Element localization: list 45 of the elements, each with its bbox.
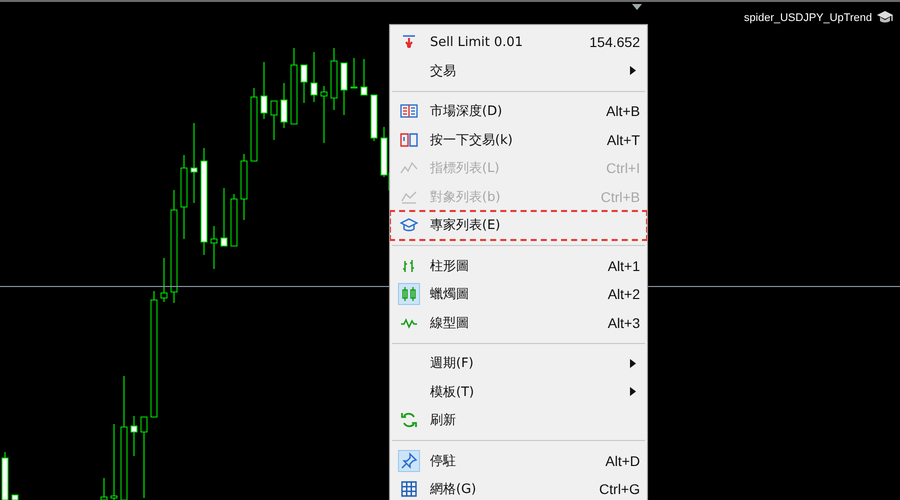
- candlestick: [2, 452, 8, 500]
- shortcut-text: Ctrl+G: [599, 481, 640, 498]
- menu-item[interactable]: 刷新: [390, 406, 647, 434]
- menu-item[interactable]: 停駐 Alt+D: [390, 446, 647, 475]
- candlestick: [230, 194, 238, 246]
- candlestick: [240, 154, 248, 220]
- candlestick: [270, 100, 278, 140]
- candlestick: [260, 62, 268, 119]
- shortcut-text: Ctrl+B: [600, 188, 640, 205]
- candlestick: [280, 83, 288, 128]
- graduation-cap-icon: [876, 10, 894, 25]
- menu-item[interactable]: Sell Limit 0.01 154.652: [390, 28, 647, 56]
- candlestick: [330, 48, 338, 110]
- candlestick: [210, 226, 218, 269]
- candlestick: [310, 52, 318, 102]
- candlestick: [350, 58, 358, 88]
- candlestick: [160, 258, 168, 302]
- candlestick: [370, 94, 378, 141]
- menu-item[interactable]: 蠟燭圖 Alt+2: [390, 280, 647, 308]
- candlestick: [130, 416, 138, 456]
- shortcut-text: Alt+3: [608, 314, 640, 331]
- shortcut-text: Alt+T: [606, 132, 640, 148]
- menu-item[interactable]: 週期(F): [390, 349, 647, 378]
- shortcut-text: Alt+1: [608, 258, 640, 274]
- price-text: 154.652: [589, 34, 640, 50]
- shortcut-text: Alt+D: [605, 452, 640, 469]
- candlestick: [300, 64, 308, 103]
- candlestick: [340, 62, 348, 115]
- menu-item[interactable]: 柱形圖 Alt+1: [390, 252, 647, 280]
- menu-item[interactable]: 網格(G) Ctrl+G: [390, 475, 647, 500]
- candlestick: [360, 59, 368, 96]
- menu-item[interactable]: 按一下交易(k) Alt+T: [390, 126, 647, 154]
- candlestick: [220, 188, 228, 246]
- menu-item[interactable]: 模板(T): [390, 378, 647, 406]
- candlestick: [320, 86, 328, 143]
- menu-item[interactable]: 交易: [390, 56, 647, 85]
- shortcut-text: Ctrl+I: [606, 160, 640, 176]
- shortcut-text: Alt+B: [606, 103, 640, 120]
- menu-item[interactable]: 專家列表(E): [390, 211, 647, 240]
- candlestick: [12, 494, 18, 500]
- triangle-marker-icon: [632, 4, 642, 10]
- menu-item[interactable]: 線型圖 Alt+3: [390, 308, 647, 337]
- shortcut-text: Alt+2: [608, 286, 640, 302]
- menu-item[interactable]: 市場深度(D) Alt+B: [390, 97, 647, 126]
- expert-name-label: spider_USDJPY_UpTrend: [744, 12, 872, 24]
